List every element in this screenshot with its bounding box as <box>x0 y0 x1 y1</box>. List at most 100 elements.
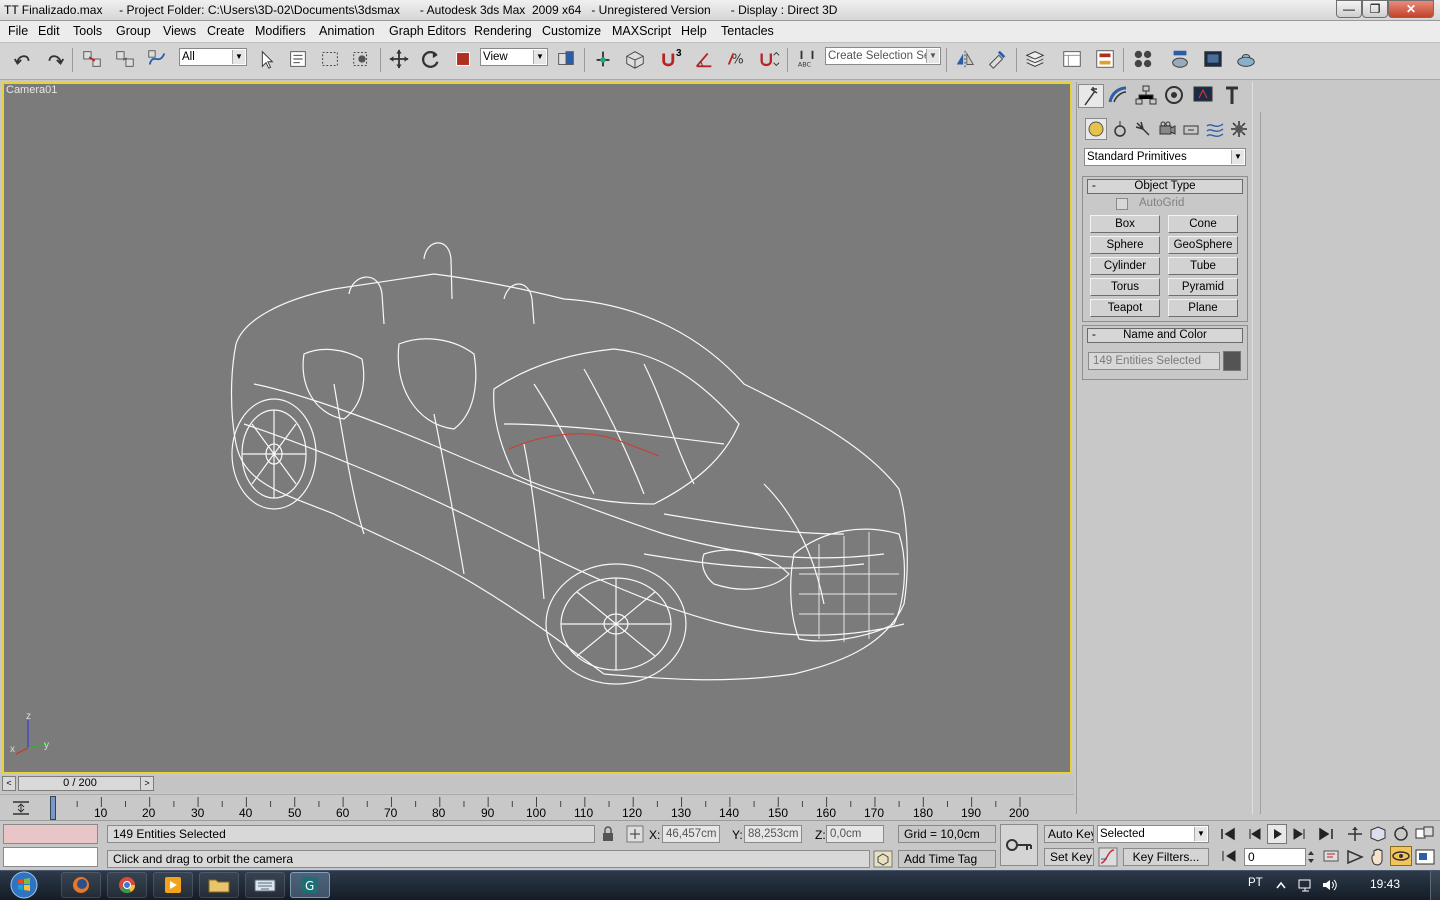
tube-button[interactable]: Tube <box>1168 257 1238 275</box>
tab-utilities[interactable] <box>1220 84 1246 108</box>
menu-help[interactable]: Help <box>681 24 707 38</box>
taskbar-app-keyboard[interactable] <box>245 872 285 898</box>
autogrid-checkbox[interactable] <box>1116 198 1128 210</box>
reference-coordinate-dropdown[interactable]: View ▼ <box>480 48 548 66</box>
zoom-extents-icon[interactable] <box>1391 825 1411 843</box>
menu-tentacles[interactable]: Tentacles <box>721 24 774 38</box>
align-icon[interactable] <box>985 47 1009 71</box>
angle-snap-icon[interactable] <box>692 47 716 71</box>
play-button[interactable] <box>1267 824 1287 844</box>
camera-viewport[interactable] <box>2 82 1072 774</box>
maxscript-input-mini[interactable] <box>3 847 98 867</box>
sphere-button[interactable]: Sphere <box>1090 236 1160 254</box>
show-desktop-button[interactable] <box>1430 871 1440 900</box>
z-coordinate-field[interactable]: 0,0cm <box>826 825 884 843</box>
pyramid-button[interactable]: Pyramid <box>1168 278 1238 296</box>
set-key-button[interactable] <box>1000 824 1038 866</box>
menu-tools[interactable]: Tools <box>73 24 102 38</box>
selection-filter-dropdown[interactable]: All ▼ <box>179 48 247 66</box>
absolute-mode-transform-icon[interactable] <box>626 825 644 843</box>
set-key-mode-button[interactable]: Set Key <box>1044 848 1094 866</box>
teapot-button[interactable]: Teapot <box>1090 299 1160 317</box>
schematic-view-icon[interactable] <box>1093 47 1117 71</box>
select-and-scale-icon[interactable] <box>451 47 475 71</box>
menu-group[interactable]: Group <box>116 24 151 38</box>
frame-spinner-icon[interactable] <box>1306 848 1316 866</box>
field-of-view-icon[interactable] <box>1345 848 1365 866</box>
undo-icon[interactable] <box>11 47 35 71</box>
time-slider-prev-button[interactable]: < <box>2 776 16 791</box>
menu-edit[interactable]: Edit <box>38 24 60 38</box>
tab-motion[interactable] <box>1162 84 1188 108</box>
select-and-link-icon[interactable] <box>80 47 104 71</box>
bind-to-space-warp-icon[interactable] <box>145 47 169 71</box>
auto-key-button[interactable]: Auto Key <box>1044 825 1094 843</box>
menu-file[interactable]: File <box>8 24 28 38</box>
menu-customize[interactable]: Customize <box>542 24 601 38</box>
select-object-icon[interactable] <box>254 47 278 71</box>
object-color-swatch[interactable] <box>1223 351 1241 371</box>
menu-maxscript[interactable]: MAXScript <box>612 24 671 38</box>
mirror-icon[interactable] <box>953 47 977 71</box>
systems-category-icon[interactable] <box>1229 119 1249 139</box>
time-slider-next-button[interactable]: > <box>140 776 154 791</box>
current-time-marker[interactable] <box>50 796 56 820</box>
x-coordinate-field[interactable]: 46,457cm <box>662 825 720 843</box>
lights-category-icon[interactable] <box>1133 119 1153 139</box>
tab-display[interactable] <box>1191 84 1217 108</box>
spinner-snap-icon[interactable] <box>757 47 781 71</box>
language-indicator[interactable]: PT <box>1248 877 1263 889</box>
named-selection-sets-dropdown[interactable]: Create Selection Set ▼ <box>825 47 941 65</box>
key-filters-button[interactable]: Key Filters... <box>1123 848 1209 866</box>
layer-manager-icon[interactable] <box>1023 47 1047 71</box>
viewport-label[interactable]: Camera01 <box>6 84 57 96</box>
object-type-rollout-header[interactable]: - Object Type <box>1087 179 1243 194</box>
current-frame-field[interactable]: 0 <box>1244 848 1306 866</box>
material-editor-icon[interactable] <box>1131 47 1155 71</box>
menu-modifiers[interactable]: Modifiers <box>255 24 306 38</box>
geometry-category-button[interactable] <box>1085 118 1107 140</box>
taskbar-app-explorer[interactable] <box>199 872 239 898</box>
time-slider-thumb[interactable]: 0 / 200 <box>18 776 142 791</box>
selection-lock-icon[interactable] <box>601 826 615 842</box>
window-crossing-icon[interactable] <box>350 47 374 71</box>
redo-icon[interactable] <box>43 47 67 71</box>
tab-hierarchy[interactable] <box>1134 84 1160 108</box>
select-and-move-icon[interactable] <box>387 47 411 71</box>
select-and-rotate-icon[interactable] <box>419 47 443 71</box>
edit-named-selection-icon[interactable]: ABC <box>795 47 819 71</box>
default-in-out-tangents-icon[interactable] <box>1098 847 1118 867</box>
mini-curve-editor-icon[interactable] <box>10 798 32 818</box>
pan-view-icon[interactable] <box>1368 847 1388 867</box>
previous-frame-icon[interactable] <box>1244 826 1264 842</box>
clock[interactable]: 19:43 <box>1370 877 1400 891</box>
name-and-color-rollout-header[interactable]: - Name and Color <box>1087 328 1243 343</box>
render-setup-icon[interactable] <box>1168 47 1192 71</box>
torus-button[interactable]: Torus <box>1090 278 1160 296</box>
maxscript-listener-mini[interactable] <box>3 824 98 844</box>
rectangular-selection-icon[interactable] <box>318 47 342 71</box>
cameras-category-icon[interactable] <box>1157 119 1177 139</box>
show-hidden-icons-icon[interactable] <box>1275 880 1287 890</box>
box-button[interactable]: Box <box>1090 215 1160 233</box>
curve-editor-icon[interactable] <box>1060 47 1084 71</box>
quick-render-icon[interactable] <box>1234 47 1258 71</box>
shapes-category-icon[interactable] <box>1110 119 1130 139</box>
maximize-viewport-toggle-icon[interactable] <box>1414 848 1436 866</box>
network-icon[interactable] <box>1297 877 1315 893</box>
go-to-end-icon[interactable] <box>1316 826 1336 842</box>
taskbar-app-media-player[interactable] <box>153 872 193 898</box>
zoom-all-icon[interactable] <box>1368 825 1388 843</box>
next-frame-icon[interactable] <box>1290 826 1310 842</box>
unlink-selection-icon[interactable] <box>113 47 137 71</box>
orbit-camera-button[interactable] <box>1390 846 1412 866</box>
taskbar-app-firefox[interactable] <box>61 872 101 898</box>
rendered-frame-window-icon[interactable] <box>1201 47 1225 71</box>
volume-icon[interactable] <box>1321 877 1339 893</box>
object-category-dropdown[interactable]: Standard Primitives ▼ <box>1084 148 1246 166</box>
zoom-icon[interactable] <box>1345 825 1365 843</box>
zoom-extents-all-icon[interactable] <box>1414 825 1436 843</box>
menu-views[interactable]: Views <box>163 24 196 38</box>
add-time-tag-field[interactable]: Add Time Tag <box>898 850 996 868</box>
geosphere-button[interactable]: GeoSphere <box>1168 236 1238 254</box>
